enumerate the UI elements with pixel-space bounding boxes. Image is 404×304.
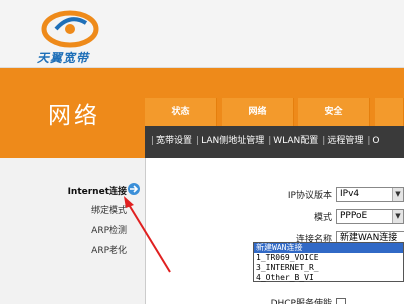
top-banner <box>145 68 404 98</box>
chevron-down-icon: ▼ <box>392 210 403 223</box>
section-header: 网络 <box>0 68 145 158</box>
ip-version-select[interactable]: IPv4 ▼ <box>336 187 404 202</box>
subnav-broadband[interactable]: 宽带设置 <box>156 136 192 146</box>
section-title: 网络 <box>48 103 100 129</box>
tab-network[interactable]: 网络 <box>222 98 294 126</box>
chevron-down-icon: ▼ <box>392 188 403 201</box>
dropdown-option[interactable]: 新建WAN连接 <box>254 243 403 253</box>
brand-logo: 天翼宽带 <box>30 5 120 65</box>
dropdown-option[interactable]: 3_INTERNET_R_ <box>254 263 403 273</box>
mode-label: 模式 <box>313 213 332 223</box>
dropdown-option[interactable]: 4_Other_B_VI <box>254 273 403 283</box>
sidebar-item-internet[interactable]: Internet连接 <box>68 184 127 197</box>
mode-select[interactable]: PPPoE ▼ <box>336 209 404 224</box>
logo-swirl-icon <box>41 10 99 48</box>
sub-navigation: | 宽带设置 | LAN侧地址管理 | WLAN配置 | 远程管理 | O <box>145 126 404 158</box>
dhcp-checkbox[interactable] <box>336 298 346 304</box>
sidebar-item-binding[interactable]: 绑定模式 <box>91 203 127 216</box>
logo-text: 天翼宽带 <box>37 51 90 65</box>
subnav-lan[interactable]: LAN侧地址管理 <box>201 136 264 146</box>
sidebar-item-arp-check[interactable]: ARP检测 <box>91 223 127 236</box>
tab-more[interactable] <box>375 98 404 126</box>
main-tabs: 状态 网络 安全 <box>145 98 404 126</box>
subnav-wlan[interactable]: WLAN配置 <box>273 136 318 146</box>
dropdown-option[interactable]: 1_TR069_VOICE <box>254 253 403 263</box>
active-arrow-icon <box>128 183 140 195</box>
dhcp-label: DHCP服务使能 <box>270 299 332 304</box>
subnav-remote[interactable]: 远程管理 <box>327 136 363 146</box>
sidebar-item-arp-aging[interactable]: ARP老化 <box>91 243 127 256</box>
conn-name-dropdown: 新建WAN连接 1_TR069_VOICE 3_INTERNET_R_ 4_Ot… <box>253 242 404 282</box>
tab-status[interactable]: 状态 <box>145 98 217 126</box>
subnav-other[interactable]: O <box>372 136 379 146</box>
header: 天翼宽带 <box>0 0 404 68</box>
sidebar: Internet连接 绑定模式 ARP检测 ARP老化 <box>0 158 145 304</box>
ip-version-label: IP协议版本 <box>287 191 332 201</box>
tab-security[interactable]: 安全 <box>298 98 370 126</box>
